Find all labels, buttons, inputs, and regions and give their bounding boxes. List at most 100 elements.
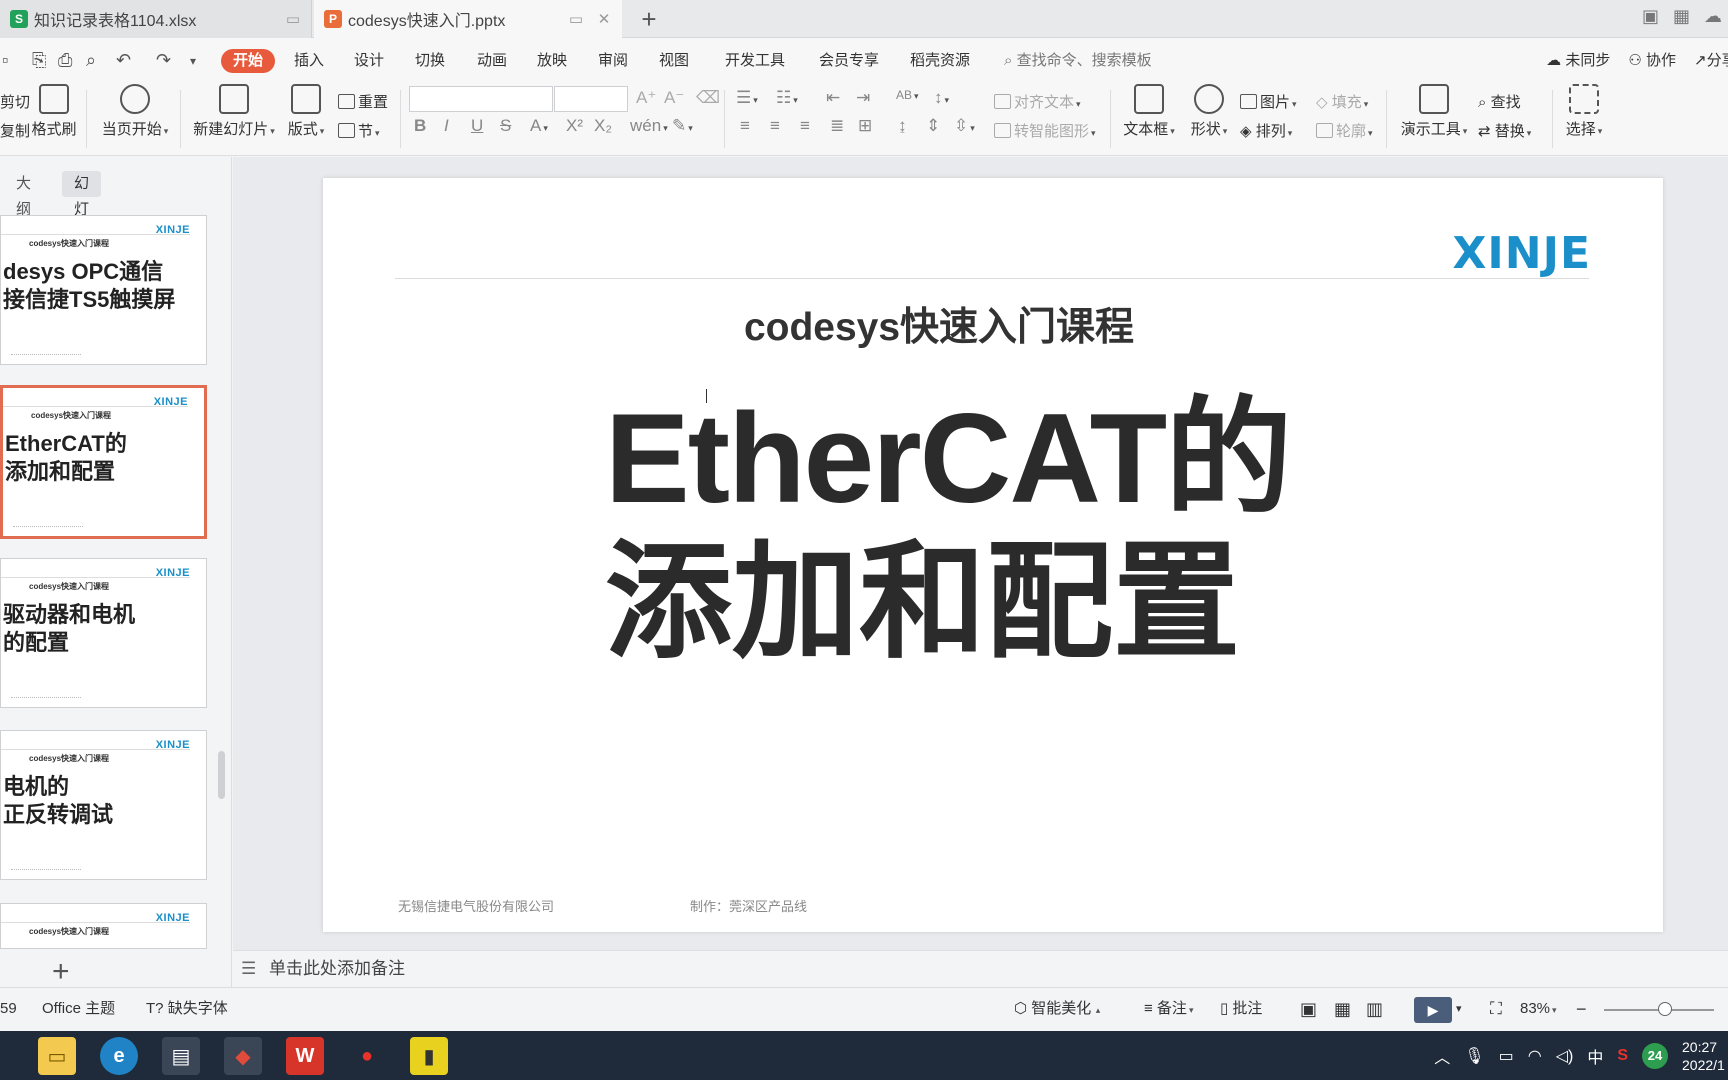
microphone-icon[interactable]: 🎙 [1464,1046,1484,1066]
find-button[interactable]: ⌕ 查找 [1478,91,1521,112]
outline-button[interactable]: 轮廓 ▾ [1316,120,1373,141]
menu-insert[interactable]: 插入 [294,49,324,73]
add-slide-button[interactable]: + [52,957,70,987]
fit-window-icon[interactable]: ⛶ [1490,988,1502,1030]
menu-devtools[interactable]: 开发工具 [725,49,785,73]
line-spacing-icon[interactable]: ↨ [898,116,907,136]
undo-icon[interactable]: ↶ [116,50,131,71]
slide-title-line1[interactable]: EtherCAT的 [605,388,1292,528]
notes-toggle[interactable]: ≡ 备注 ▾ [1144,988,1193,1031]
reset-button[interactable]: 重置 [338,91,388,112]
select-button[interactable]: 选择 ▾ [1560,84,1608,139]
copy-button[interactable]: 复制 [0,120,30,141]
sort-icon[interactable]: ↕ ▾ [934,88,949,108]
menu-member[interactable]: 会员专享 [819,49,879,73]
notification-badge[interactable]: 24 [1642,1042,1668,1069]
zoom-level[interactable]: 83% ▾ [1520,988,1557,1031]
command-search[interactable]: ⌕ 查找命令、搜索模板 [1004,49,1152,73]
ime-indicator[interactable]: 中 [1587,1044,1603,1068]
redo-icon[interactable]: ↷ [156,50,171,71]
superscript-icon[interactable]: X² [566,116,583,136]
strikethrough-icon[interactable]: S [500,116,511,136]
menu-animation[interactable]: 动画 [477,49,507,73]
tab-pptx[interactable]: P codesys快速入门.pptx ▭ ✕ [314,0,622,38]
slide-subtitle[interactable]: codesys快速入门课程 [323,296,1555,352]
section-button[interactable]: 节 ▾ [338,120,380,141]
zoom-out-icon[interactable]: − [1576,988,1587,1030]
bullet-list-icon[interactable]: ☰ ▾ [736,88,758,108]
present-tools-button[interactable]: 演示工具 ▾ [1396,84,1472,139]
collab-button[interactable]: ⚇ 协作 [1628,49,1676,73]
save-icon[interactable]: ▫ [2,50,8,71]
format-painter-button[interactable]: 格式刷 [30,84,78,139]
justify-icon[interactable]: ≣ [830,116,844,136]
font-size-select[interactable] [554,86,628,112]
menu-start[interactable]: 开始 [221,49,275,73]
close-icon[interactable]: ✕ [594,10,614,28]
screen-icon[interactable]: ▭ [566,10,586,28]
menu-design[interactable]: 设计 [354,49,384,73]
font-shrink-icon[interactable]: A⁻ [664,88,684,108]
underline-icon[interactable]: U [471,116,483,136]
volume-icon[interactable]: ◁) [1556,1046,1574,1066]
chevron-up-icon[interactable]: ︿ [1434,1044,1450,1068]
fill-button[interactable]: ◇ 填充 ▾ [1316,91,1368,112]
slide-title-line2[interactable]: 添加和配置 [605,532,1240,672]
play-from-current-button[interactable]: 当页开始 ▾ [98,84,172,139]
edge-browser-icon[interactable]: e [100,1037,138,1075]
distribute-icon[interactable]: ⊞ [858,116,872,136]
slideshow-play-button[interactable]: ▶ [1414,997,1452,1023]
text-direction-icon[interactable]: AB ▾ [896,88,919,102]
align-right-icon[interactable]: ≡ [800,116,810,136]
bold-icon[interactable]: B [414,116,426,136]
theme-name[interactable]: Office 主题 [42,988,115,1030]
media-app-icon[interactable]: ▤ [162,1037,200,1075]
phonetic-icon[interactable]: wén ▾ [630,116,668,136]
comment-button[interactable]: ▯ 批注 [1220,988,1262,1030]
export-icon[interactable]: ⎘ [32,50,46,71]
clock[interactable]: 20:27 2022/1 [1682,1038,1726,1074]
menu-view[interactable]: 视图 [659,49,689,73]
align-text-button[interactable]: 对齐文本 ▾ [994,91,1081,112]
missing-font-button[interactable]: T? 缺失字体 [146,988,228,1030]
cube-app-icon[interactable]: ◆ [224,1037,262,1075]
arrange-button[interactable]: ◈ 排列 ▾ [1240,120,1292,141]
new-slide-button[interactable]: 新建幻灯片 ▾ [190,84,278,139]
sogou-icon[interactable]: S [1617,1047,1628,1065]
menu-transition[interactable]: 切换 [415,49,445,73]
preview-icon[interactable]: ⌕ [86,50,96,71]
outdent-icon[interactable]: ⇤ [826,88,840,108]
replace-button[interactable]: ⇄ 替换 ▾ [1478,120,1531,141]
textbox-button[interactable]: 文本框 ▾ [1120,84,1178,139]
grid-icon[interactable]: ▦ [1673,6,1690,27]
wifi-icon[interactable]: ◠ [1528,1046,1542,1066]
plc-software-icon[interactable]: ▮ [410,1037,448,1075]
scrollbar[interactable] [218,751,225,799]
picture-button[interactable]: 图片 ▾ [1240,91,1297,112]
screen-icon[interactable]: ▭ [283,10,303,28]
sync-button[interactable]: ☁ 未同步 [1546,49,1610,73]
normal-view-icon[interactable]: ▣ [1300,988,1317,1030]
align-center-icon[interactable]: ≡ [770,116,780,136]
smartart-button[interactable]: 转智能图形 ▾ [994,120,1096,141]
highlight-icon[interactable]: ✎ ▾ [672,116,693,136]
notes-pane[interactable]: ☰ 单击此处添加备注 [233,950,1728,987]
reading-view-icon[interactable]: ▥ [1366,988,1383,1030]
new-tab-button[interactable]: + [636,4,662,35]
align-left-icon[interactable]: ≡ [740,116,750,136]
avatar[interactable]: ☁ [1704,6,1722,27]
font-color-icon[interactable]: A ▾ [530,116,548,136]
beautify-button[interactable]: ⬡ 智能美化 ▴ [1014,988,1100,1031]
numbered-list-icon[interactable]: ☷ ▾ [776,88,798,108]
slide-thumbnail[interactable]: XINJE codesys快速入门课程 驱动器和电机 的配置 [0,558,207,708]
screen-recorder-icon[interactable]: ● [348,1037,386,1075]
subscript-icon[interactable]: X₂ [594,116,612,136]
chevron-down-icon[interactable]: ▾ [1456,988,1462,1030]
sorter-view-icon[interactable]: ▦ [1334,988,1351,1030]
layout-button[interactable]: 版式 ▾ [284,84,328,139]
italic-icon[interactable]: I [444,116,449,136]
file-explorer-icon[interactable]: ▭ [38,1037,76,1075]
chevron-down-icon[interactable]: ▾ [190,54,196,68]
battery-icon[interactable]: ▭ [1499,1046,1514,1066]
shape-button[interactable]: 形状 ▾ [1184,84,1234,139]
